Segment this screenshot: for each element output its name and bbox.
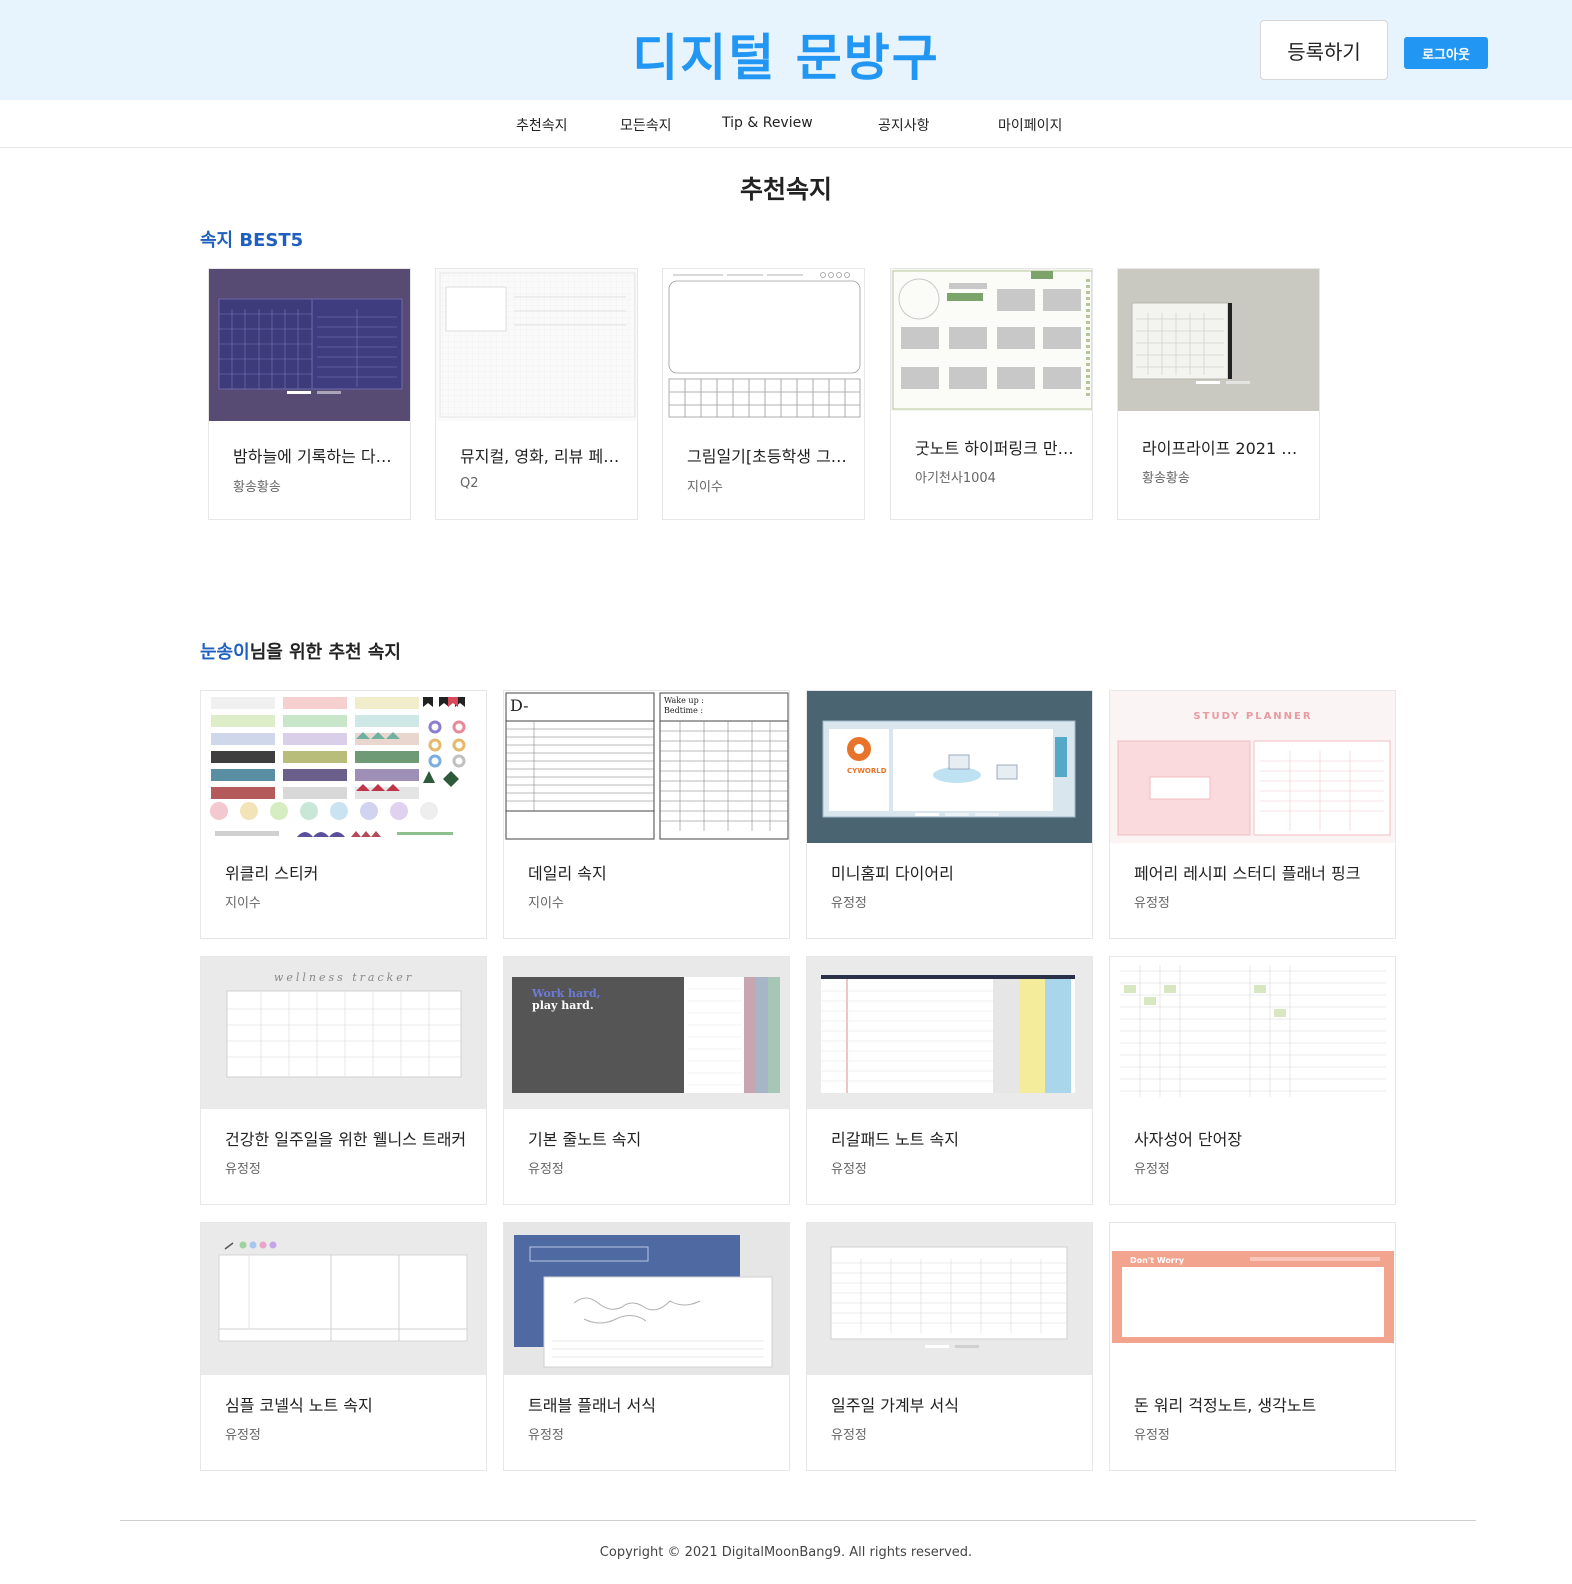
card-title[interactable]: 뮤지컬, 영화, 리뷰 페… xyxy=(460,443,620,467)
card-author: 유정정 xyxy=(1134,896,1170,911)
card-thumbnail xyxy=(663,269,864,421)
card-thumbnail xyxy=(209,269,410,421)
svg-text:CYWORLD: CYWORLD xyxy=(847,767,887,775)
card-thumbnail xyxy=(504,1223,789,1375)
card-thumbnail: STUDY PLANNER xyxy=(1110,691,1395,843)
card-title[interactable]: 밤하늘에 기록하는 다… xyxy=(233,443,393,467)
card-author: 유정정 xyxy=(528,1162,564,1177)
card-title[interactable]: 데일리 속지 xyxy=(528,860,768,884)
card-author: 지이수 xyxy=(687,480,723,495)
reco-card[interactable]: 위클리 스티커 지이수 xyxy=(200,690,487,939)
card-thumbnail xyxy=(807,1223,1092,1375)
card-author: 유정정 xyxy=(831,896,867,911)
card-thumbnail: CYWORLD xyxy=(807,691,1092,843)
card-author: 유정정 xyxy=(528,1428,564,1443)
register-button[interactable]: 등록하기 xyxy=(1260,20,1388,80)
nav-item-notice[interactable]: 공지사항 xyxy=(878,115,930,135)
card-thumbnail: D- Wake up : Bedtime : xyxy=(504,691,789,843)
card-thumbnail: wellness tracker xyxy=(201,957,486,1109)
best-card[interactable]: 뮤지컬, 영화, 리뷰 페… Q2 xyxy=(435,268,638,520)
card-thumbnail xyxy=(201,1223,486,1375)
card-title[interactable]: 트래블 플래너 서식 xyxy=(528,1392,768,1416)
reco-card[interactable]: 트래블 플래너 서식 유정정 xyxy=(503,1222,790,1471)
card-author: 유정정 xyxy=(225,1428,261,1443)
card-title[interactable]: 라이프라이프 2021 … xyxy=(1142,435,1302,459)
card-title[interactable]: 돈 워리 걱정노트, 생각노트 xyxy=(1134,1392,1374,1416)
card-title[interactable]: 페어리 레시피 스터디 플래너 핑크 xyxy=(1134,860,1384,884)
nav-item-tip-review[interactable]: Tip & Review xyxy=(722,115,813,131)
svg-text:Wake up :: Wake up : xyxy=(664,696,704,705)
card-thumbnail xyxy=(201,691,486,843)
logout-button[interactable]: 로그아웃 xyxy=(1404,37,1488,69)
d-day-label: D- xyxy=(510,696,529,715)
footer-copyright: Copyright © 2021 DigitalMoonBang9. All r… xyxy=(599,1545,973,1560)
card-thumbnail xyxy=(891,269,1092,411)
reco-card[interactable]: 사자성어 단어장 유정정 xyxy=(1109,956,1396,1205)
reco-card[interactable]: wellness tracker 건강한 일주일을 위한 웰니스 트래커 유정정 xyxy=(200,956,487,1205)
card-thumbnail xyxy=(436,269,637,421)
card-title[interactable]: 그림일기[초등학생 그… xyxy=(687,443,847,467)
card-title[interactable]: 심플 코넬식 노트 속지 xyxy=(225,1392,465,1416)
nav-item-recommended[interactable]: 추천속지 xyxy=(516,115,568,135)
card-author: 지이수 xyxy=(528,896,564,911)
best-section-title: 속지 BEST5 xyxy=(200,230,304,251)
card-title[interactable]: 기본 줄노트 속지 xyxy=(528,1126,768,1150)
nav-item-all[interactable]: 모든속지 xyxy=(620,115,672,135)
card-title[interactable]: 미니홈피 다이어리 xyxy=(831,860,1071,884)
svg-text:play hard.: play hard. xyxy=(532,999,594,1012)
card-author: 유정정 xyxy=(1134,1428,1170,1443)
wellness-text: wellness tracker xyxy=(274,971,414,984)
card-title[interactable]: 건강한 일주일을 위한 웰니스 트래커 xyxy=(225,1126,475,1150)
card-thumbnail: Don't Worry xyxy=(1110,1223,1395,1375)
reco-card[interactable]: 리갈패드 노트 속지 유정정 xyxy=(806,956,1093,1205)
footer-divider xyxy=(120,1520,1476,1521)
card-author: 지이수 xyxy=(225,896,261,911)
card-author: 아기천사1004 xyxy=(915,471,996,486)
card-title[interactable]: 굿노트 하이퍼링크 만… xyxy=(915,435,1075,459)
card-title[interactable]: 위클리 스티커 xyxy=(225,860,465,884)
reco-card[interactable]: STUDY PLANNER 페어리 레시피 스터디 플래너 핑크 유정정 xyxy=(1109,690,1396,939)
best-card[interactable]: 밤하늘에 기록하는 다… 황송황송 xyxy=(208,268,411,520)
card-author: 유정정 xyxy=(831,1162,867,1177)
reco-card[interactable]: Don't Worry 돈 워리 걱정노트, 생각노트 유정정 xyxy=(1109,1222,1396,1471)
reco-card[interactable]: Work hard, play hard. 기본 줄노트 속지 유정정 xyxy=(503,956,790,1205)
study-planner-text: STUDY PLANNER xyxy=(1193,711,1312,722)
card-author: 황송황송 xyxy=(1142,471,1190,486)
reco-card[interactable]: 일주일 가계부 서식 유정정 xyxy=(806,1222,1093,1471)
card-thumbnail: Work hard, play hard. xyxy=(504,957,789,1109)
reco-section-title: 눈송이님을 위한 추천 속지 xyxy=(200,638,401,664)
card-thumbnail xyxy=(807,957,1092,1109)
nav-item-mypage[interactable]: 마이페이지 xyxy=(998,115,1062,135)
reco-card[interactable]: CYWORLD 미니홈피 다이어리 유정정 xyxy=(806,690,1093,939)
header: 디지털 문방구 등록하기 로그아웃 xyxy=(0,0,1572,100)
main-nav: 추천속지 모든속지 Tip & Review 공지사항 마이페이지 xyxy=(0,100,1572,148)
card-author: 유정정 xyxy=(831,1428,867,1443)
best-card[interactable]: 라이프라이프 2021 … 황송황송 xyxy=(1117,268,1320,520)
card-author: 유정정 xyxy=(1134,1162,1170,1177)
card-author: 유정정 xyxy=(225,1162,261,1177)
card-author: 황송황송 xyxy=(233,480,281,495)
reco-title-text: 님을 위한 추천 속지 xyxy=(249,642,401,663)
card-title[interactable]: 사자성어 단어장 xyxy=(1134,1126,1374,1150)
reco-card[interactable]: D- Wake up : Bedtime : 데일리 속지 지이수 xyxy=(503,690,790,939)
user-name: 눈송이 xyxy=(200,642,250,663)
best-card[interactable]: 굿노트 하이퍼링크 만… 아기천사1004 xyxy=(890,268,1093,520)
best-card[interactable]: 그림일기[초등학생 그… 지이수 xyxy=(662,268,865,520)
card-title[interactable]: 일주일 가계부 서식 xyxy=(831,1392,1071,1416)
reco-card[interactable]: 심플 코넬식 노트 속지 유정정 xyxy=(200,1222,487,1471)
card-thumbnail xyxy=(1118,269,1319,411)
card-title[interactable]: 리갈패드 노트 속지 xyxy=(831,1126,1071,1150)
svg-text:Bedtime :: Bedtime : xyxy=(664,706,703,715)
card-thumbnail xyxy=(1110,957,1395,1109)
page-title: 추천속지 xyxy=(739,175,832,204)
card-author: Q2 xyxy=(460,476,479,491)
dont-worry-text: Don't Worry xyxy=(1130,1256,1185,1265)
